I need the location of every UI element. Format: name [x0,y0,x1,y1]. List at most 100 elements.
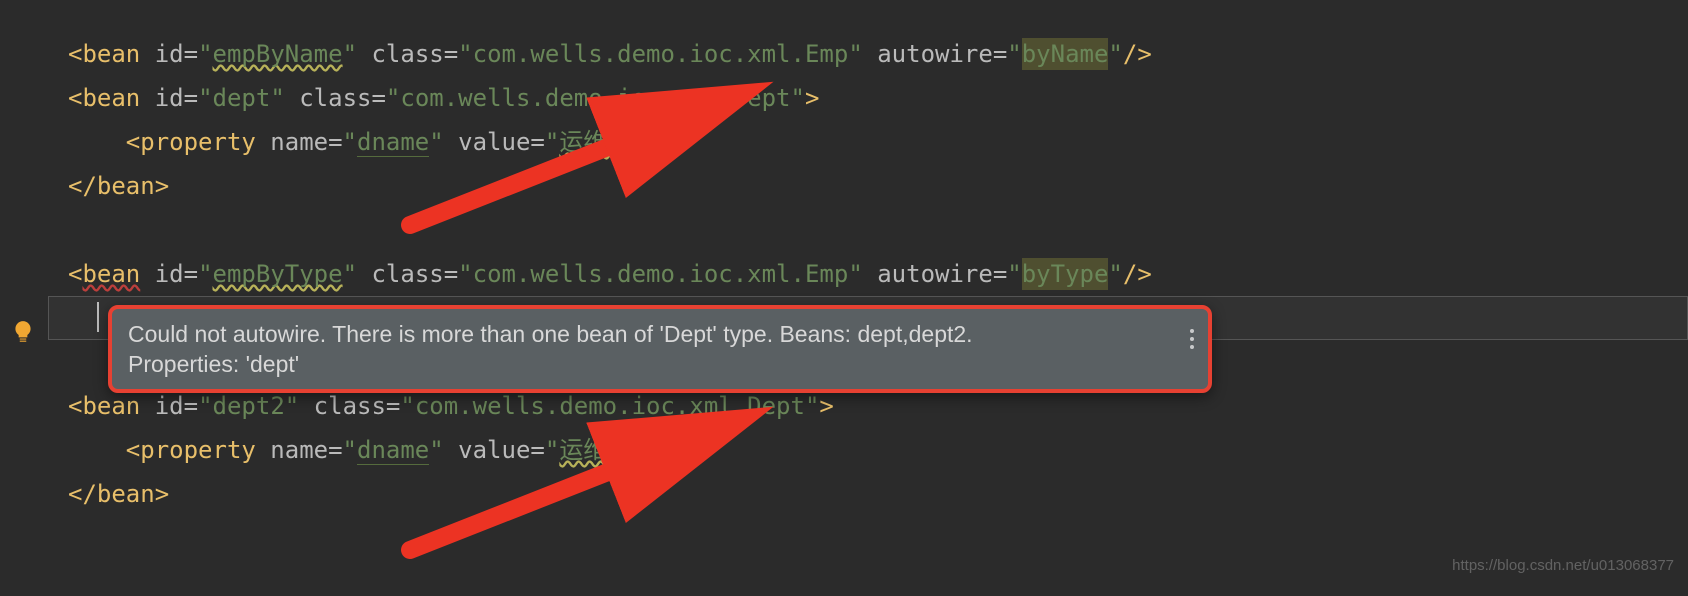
code-editor[interactable]: <bean id="empByName" class="com.wells.de… [48,0,1688,516]
space [140,40,154,68]
xml-attr-value: 运维部 [559,436,631,464]
xml-punct: < [68,260,82,288]
space [140,392,154,420]
quote: " [386,84,400,112]
eq: = [184,84,198,112]
quote: " [545,436,559,464]
quote: " [805,392,819,420]
quote: " [400,392,414,420]
space [285,84,299,112]
xml-attr-value: com.wells.demo.ioc.xml.Dept [400,84,790,112]
quote: " [545,128,559,156]
space [256,128,270,156]
quote: " [791,84,805,112]
xml-punct: < [68,392,82,420]
xml-tag: bean [82,392,140,420]
indent [68,128,126,156]
space [256,436,270,464]
space [863,40,877,68]
xml-tag: property [140,128,256,156]
quote: " [429,128,443,156]
xml-attr-value: com.wells.demo.ioc.xml.Emp [473,40,849,68]
xml-punct: < [126,436,140,464]
quote: " [848,260,862,288]
xml-attr-value-highlight: byName [1022,38,1109,70]
xml-attr-value-highlight: byType [1022,258,1109,290]
xml-attr: autowire [877,260,993,288]
quote: " [631,128,645,156]
xml-attr: id [155,84,184,112]
code-line[interactable]: <property name="dname" value="运维部"/> [48,120,1688,164]
space [140,260,154,288]
quote: " [343,128,357,156]
indent [68,436,126,464]
xml-tag: bean [97,480,155,508]
xml-attr: value [458,436,530,464]
xml-punct: < [68,40,82,68]
eq: = [993,260,1007,288]
xml-attr: value [458,128,530,156]
quote: " [1007,260,1021,288]
space [863,260,877,288]
eq: = [328,128,342,156]
text-caret [97,302,99,332]
code-line[interactable]: </bean> [48,164,1688,208]
quote: " [270,84,284,112]
eq: = [371,84,385,112]
eq: = [184,40,198,68]
xml-attr-value: empByName [213,40,343,68]
xml-attr: id [155,260,184,288]
blank-line [48,208,1688,252]
eq: = [530,128,544,156]
xml-tag-error: bean [82,260,140,288]
quote: " [429,436,443,464]
eq: = [993,40,1007,68]
quote: " [198,40,212,68]
tooltip-line: Properties: 'dept' [128,349,1152,379]
xml-attr: class [299,84,371,112]
watermark: https://blog.csdn.net/u013068377 [1452,544,1674,588]
xml-punct: /> [1123,40,1152,68]
quote: " [285,392,299,420]
xml-punct: /> [1123,260,1152,288]
space [299,392,313,420]
eq: = [184,392,198,420]
xml-punct: < [126,128,140,156]
xml-punct: > [155,480,169,508]
xml-attr-value: com.wells.demo.ioc.xml.Emp [473,260,849,288]
quote: " [458,260,472,288]
space [140,84,154,112]
xml-tag: bean [82,40,140,68]
code-line[interactable]: </bean> [48,472,1688,516]
quote: " [198,392,212,420]
code-line[interactable]: <bean id="empByType" class="com.wells.de… [48,252,1688,296]
code-line[interactable]: <bean id="dept" class="com.wells.demo.io… [48,76,1688,120]
code-line[interactable]: <property name="dname" value="运维部"/> [48,428,1688,472]
xml-punct: /> [646,436,675,464]
eq: = [530,436,544,464]
xml-punct: > [155,172,169,200]
xml-attr-value: 运维部 [559,128,631,156]
error-tooltip[interactable]: Could not autowire. There is more than o… [108,305,1212,393]
intention-bulb-icon[interactable] [10,315,36,341]
eq: = [444,260,458,288]
space [357,260,371,288]
xml-punct: > [819,392,833,420]
xml-attr-value: dname [357,436,429,465]
xml-attr: autowire [877,40,993,68]
xml-punct: /> [646,128,675,156]
xml-punct: < [68,84,82,112]
xml-punct: </ [68,480,97,508]
xml-attr: name [270,436,328,464]
quote: " [343,260,357,288]
xml-tag: bean [82,84,140,112]
more-actions-icon[interactable] [1190,329,1194,349]
eq: = [328,436,342,464]
xml-attr: name [270,128,328,156]
quote: " [198,260,212,288]
xml-attr-value: dept2 [213,392,285,420]
xml-tag: property [140,436,256,464]
xml-attr-value: empByType [213,260,343,288]
code-line[interactable]: <bean id="empByName" class="com.wells.de… [48,32,1688,76]
xml-attr: class [314,392,386,420]
